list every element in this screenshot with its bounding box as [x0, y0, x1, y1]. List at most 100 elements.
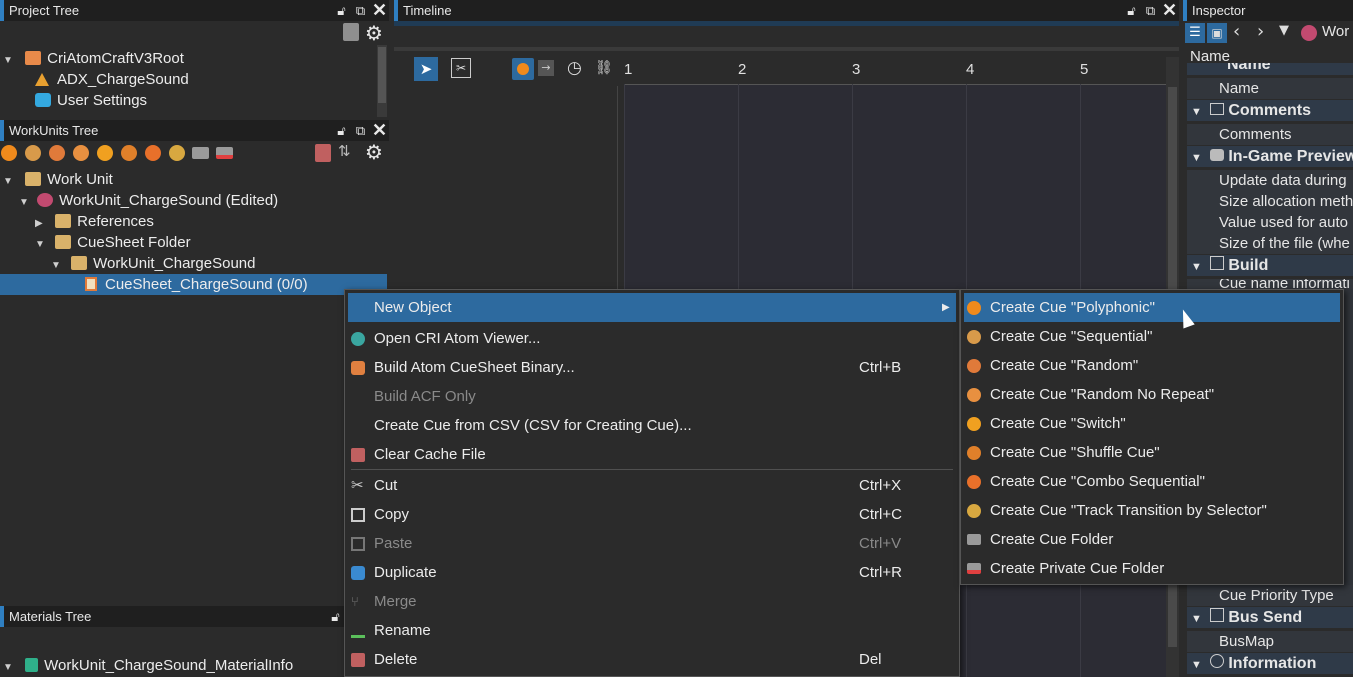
float-window-icon[interactable]: ⧉: [353, 3, 368, 18]
tree-item-references[interactable]: ▶ References: [35, 211, 154, 232]
inspector-row-file-size[interactable]: Size of the file (whe: [1187, 233, 1353, 254]
clock-icon[interactable]: ◷: [567, 58, 582, 78]
menu-item-clear-cache[interactable]: Clear Cache File: [345, 440, 959, 469]
lock-icon[interactable]: 🔓︎: [334, 3, 349, 18]
submenu-item-track-transition[interactable]: Create Cue "Track Transition by Selector…: [961, 496, 1343, 525]
submenu-item-sequential[interactable]: Create Cue "Sequential": [961, 322, 1343, 351]
trash-icon[interactable]: [315, 144, 331, 162]
submenu-item-cue-folder[interactable]: Create Cue Folder: [961, 525, 1343, 554]
shuffle-cue-icon[interactable]: [121, 145, 137, 161]
submenu-item-private-cue-folder[interactable]: Create Private Cue Folder: [961, 554, 1343, 583]
gear-icon[interactable]: ⚙: [365, 21, 383, 45]
inspector-section-bus-send[interactable]: ▼ Bus Send: [1187, 607, 1353, 628]
forward-icon[interactable]: →: [538, 60, 554, 76]
tree-item-workunit-chargesound[interactable]: ▼ WorkUnit_ChargeSound (Edited): [19, 190, 278, 211]
menu-item-delete[interactable]: Delete Del: [345, 645, 959, 674]
menu-item-paste[interactable]: Paste Ctrl+V: [345, 529, 959, 558]
submenu-item-random[interactable]: Create Cue "Random": [961, 351, 1343, 380]
lock-icon[interactable]: 🔓︎: [334, 123, 349, 138]
menu-item-build-acf[interactable]: Build ACF Only: [345, 382, 959, 411]
inspector-row-size-allocation[interactable]: Size allocation meth: [1187, 191, 1353, 212]
menu-item-open-viewer[interactable]: Open CRI Atom Viewer...: [345, 324, 959, 353]
paste-icon: [351, 537, 365, 551]
timeline-top-strip: [394, 21, 1179, 26]
inspector-row-update-data[interactable]: Update data during: [1187, 170, 1353, 191]
workunit-icon: [37, 193, 54, 207]
sequential-cue-icon[interactable]: [25, 145, 41, 161]
inspector-row-value-auto[interactable]: Value used for auto: [1187, 212, 1353, 233]
menu-item-new-object[interactable]: New Object ▶: [348, 293, 956, 322]
list-view-icon[interactable]: ☰: [1185, 23, 1205, 43]
inspector-row-cue-name-info[interactable]: Cue name informati: [1187, 279, 1353, 289]
dropdown-icon[interactable]: ▼: [1279, 23, 1289, 38]
random-no-repeat-cue-icon: [967, 388, 981, 402]
submenu-item-shuffle[interactable]: Create Cue "Shuffle Cue": [961, 438, 1343, 467]
private-cue-folder-icon[interactable]: [216, 147, 233, 159]
expand-arrow-icon[interactable]: ▼: [51, 255, 63, 276]
lock-icon[interactable]: 🔓︎: [328, 609, 343, 624]
expand-arrow-icon[interactable]: ▼: [3, 50, 15, 71]
split-tool-icon[interactable]: ✂: [451, 58, 471, 78]
tree-item-work-unit[interactable]: ▼ Work Unit: [3, 169, 113, 190]
menu-item-copy[interactable]: Copy Ctrl+C: [345, 500, 959, 529]
tree-item-root[interactable]: ▼ CriAtomCraftV3Root: [3, 48, 184, 69]
random-no-repeat-cue-icon[interactable]: [73, 145, 89, 161]
scrollbar[interactable]: [377, 45, 387, 117]
window-icon[interactable]: ▣: [1207, 23, 1227, 43]
lock-icon[interactable]: 🔓︎: [1124, 3, 1139, 18]
menu-item-duplicate[interactable]: Duplicate Ctrl+R: [345, 558, 959, 587]
menu-item-rename[interactable]: Rename: [345, 616, 959, 645]
inspector-row-name[interactable]: Name: [1187, 78, 1353, 99]
tree-item-user-settings[interactable]: User Settings: [35, 90, 147, 111]
tree-item-workunit-folder[interactable]: ▼ WorkUnit_ChargeSound: [51, 253, 255, 274]
tree-item-material-info[interactable]: ▼ WorkUnit_ChargeSound_MaterialInfo: [3, 655, 293, 676]
trash-icon[interactable]: [343, 23, 359, 41]
menu-item-merge[interactable]: ⑂ Merge: [345, 587, 959, 616]
inspector-section-build[interactable]: ▼ Build: [1187, 255, 1353, 276]
inspector-row-cue-priority-type[interactable]: Cue Priority Type: [1187, 585, 1353, 606]
close-icon[interactable]: ✕: [372, 1, 387, 19]
polyphonic-cue-icon[interactable]: [1, 145, 17, 161]
submenu-item-random-no-repeat[interactable]: Create Cue "Random No Repeat": [961, 380, 1343, 409]
float-window-icon[interactable]: ⧉: [353, 123, 368, 138]
inspector-section-comments[interactable]: ▼ Comments: [1187, 100, 1353, 121]
track-transition-cue-icon[interactable]: [169, 145, 185, 161]
close-icon[interactable]: ✕: [1162, 1, 1177, 19]
inspector-row-comments[interactable]: Comments: [1187, 124, 1353, 145]
switch-cue-icon[interactable]: [97, 145, 113, 161]
snap-icon[interactable]: [512, 58, 534, 80]
sequential-cue-icon: [967, 330, 981, 344]
expand-arrow-icon[interactable]: ▼: [3, 171, 15, 192]
link-icon[interactable]: ⛓: [595, 60, 613, 76]
random-cue-icon[interactable]: [49, 145, 65, 161]
cue-folder-icon[interactable]: [192, 147, 209, 159]
select-tool-icon[interactable]: ➤: [414, 57, 438, 81]
menu-separator: [351, 469, 953, 470]
expand-arrow-icon[interactable]: ▼: [35, 234, 47, 255]
tree-item-cuesheet[interactable]: CueSheet_ChargeSound (0/0): [0, 274, 387, 295]
collapse-arrow-icon[interactable]: ▶: [35, 213, 47, 234]
tree-item-cuesheet-folder[interactable]: ▼ CueSheet Folder: [35, 232, 191, 253]
submenu-item-switch[interactable]: Create Cue "Switch": [961, 409, 1343, 438]
menu-item-build-binary[interactable]: Build Atom CueSheet Binary... Ctrl+B: [345, 353, 959, 382]
close-icon[interactable]: ✕: [372, 121, 387, 139]
tree-item-adx[interactable]: ADX_ChargeSound: [35, 69, 189, 90]
inspector-row-busmap[interactable]: BusMap: [1187, 631, 1353, 652]
combo-sequential-cue-icon[interactable]: [145, 145, 161, 161]
expand-arrow-icon[interactable]: ▼: [3, 657, 15, 677]
submenu-item-combo-sequential[interactable]: Create Cue "Combo Sequential": [961, 467, 1343, 496]
menu-item-cut[interactable]: ✂ Cut Ctrl+X: [345, 471, 959, 500]
inspector-section-ingame[interactable]: ▼ In-Game Preview: [1187, 146, 1353, 167]
forward-nav-icon[interactable]: ›: [1257, 21, 1264, 42]
inspector-section-name[interactable]: Name: [1187, 63, 1353, 75]
expand-arrow-icon[interactable]: ▼: [19, 192, 31, 213]
sort-icon[interactable]: ⇅: [338, 142, 351, 160]
back-icon[interactable]: ‹: [1233, 21, 1240, 42]
submenu-item-polyphonic[interactable]: Create Cue "Polyphonic": [964, 293, 1340, 322]
inspector-section-information[interactable]: ▼ Information: [1187, 653, 1353, 674]
gear-icon[interactable]: ⚙: [365, 140, 383, 164]
menu-item-create-from-csv[interactable]: Create Cue from CSV (CSV for Creating Cu…: [345, 411, 959, 440]
timeline-splitter[interactable]: [394, 47, 1179, 51]
float-window-icon[interactable]: ⧉: [1143, 3, 1158, 18]
workunits-tree-list: ▼ Work Unit ▼ WorkUnit_ChargeSound (Edit…: [0, 167, 389, 604]
